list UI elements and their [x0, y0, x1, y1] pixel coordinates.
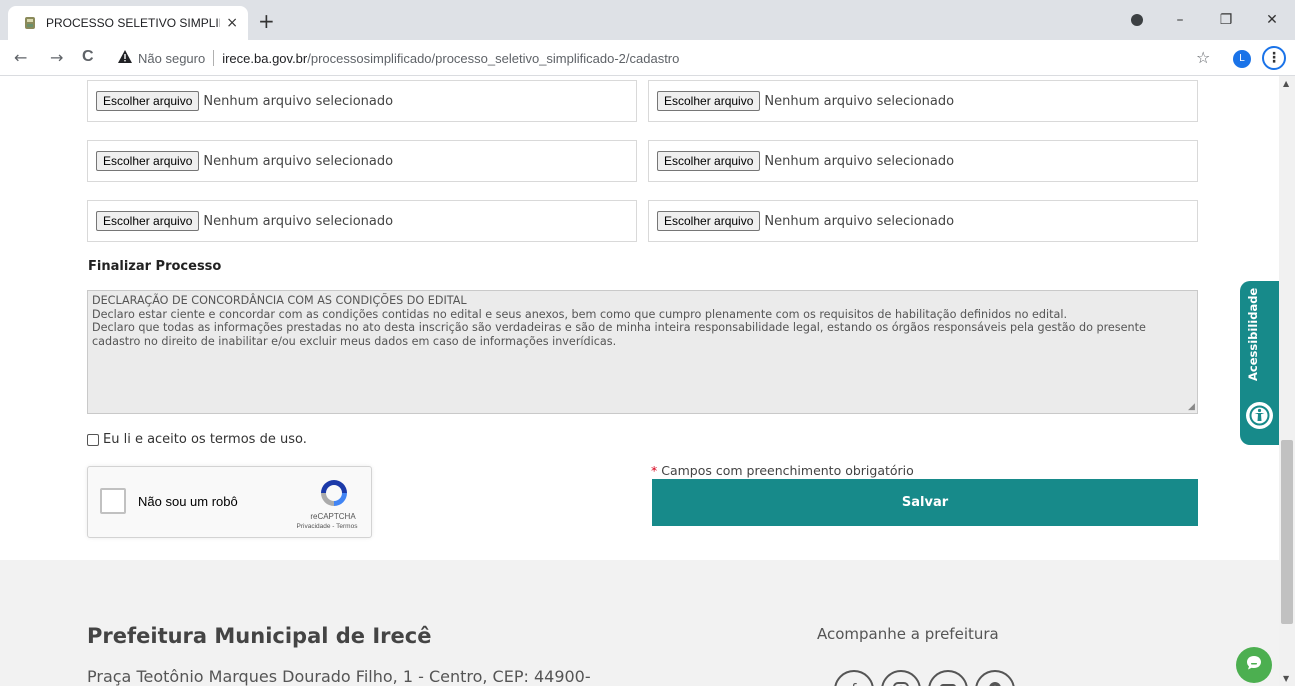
accessibility-icon: [1246, 402, 1273, 429]
required-fields-note: * Campos com preenchimento obrigatório: [651, 463, 914, 478]
scrollbar-thumb[interactable]: [1281, 440, 1293, 624]
accept-terms-label[interactable]: Eu li e aceito os termos de uso.: [103, 432, 307, 447]
terms-textarea[interactable]: DECLARAÇÃO DE CONCORDÂNCIA COM AS CONDIÇ…: [87, 290, 1198, 414]
site-favicon-icon: [22, 15, 38, 31]
restore-button[interactable]: ❐: [1203, 12, 1249, 28]
choose-file-button[interactable]: Escolher arquivo: [96, 211, 200, 231]
scroll-down-icon[interactable]: ▼: [1283, 674, 1289, 683]
address-separator: [213, 50, 215, 66]
warning-icon[interactable]: [118, 49, 132, 67]
tab-close-icon[interactable]: ×: [226, 15, 238, 31]
accept-terms-checkbox[interactable]: [87, 433, 99, 446]
chat-bubble-icon: [1245, 654, 1263, 676]
accept-terms-row[interactable]: Eu li e aceito os termos de uso.: [87, 432, 307, 447]
browser-tab[interactable]: PROCESSO SELETIVO SIMPLIFICA ×: [8, 6, 248, 40]
choose-file-button[interactable]: Escolher arquivo: [657, 91, 761, 111]
file-status: Nenhum arquivo selecionado: [203, 153, 394, 169]
file-input-6: Escolher arquivo Nenhum arquivo selecion…: [648, 200, 1198, 242]
file-status: Nenhum arquivo selecionado: [203, 213, 394, 229]
file-status: Nenhum arquivo selecionado: [764, 213, 955, 229]
security-status[interactable]: Não seguro: [138, 51, 205, 66]
footer-org-name: Prefeitura Municipal de Irecê: [87, 624, 432, 648]
url-path: /processosimplificado/processo_seletivo_…: [307, 50, 680, 66]
minimize-button[interactable]: –: [1157, 12, 1203, 28]
file-input-4: Escolher arquivo Nenhum arquivo selecion…: [648, 140, 1198, 182]
save-button[interactable]: Salvar: [652, 479, 1198, 526]
browser-toolbar: ← → C Não seguro irece.ba.gov.br/process…: [0, 40, 1295, 76]
file-status: Nenhum arquivo selecionado: [203, 93, 394, 109]
terms-line: Declaro que todas as informações prestad…: [92, 321, 1146, 348]
location-icon[interactable]: [975, 670, 1015, 686]
accessibility-tab[interactable]: Acessibilidade: [1240, 281, 1279, 445]
terms-line: Declaro estar ciente e concordar com as …: [92, 307, 1068, 321]
choose-file-button[interactable]: Escolher arquivo: [96, 91, 200, 111]
scroll-up-icon[interactable]: ▲: [1283, 79, 1289, 88]
resize-grip-icon[interactable]: ◢: [1188, 402, 1195, 412]
terms-line: DECLARAÇÃO DE CONCORDÂNCIA COM AS CONDIÇ…: [92, 294, 467, 307]
footer-follow-label: Acompanhe a prefeitura: [817, 625, 999, 643]
file-input-2: Escolher arquivo Nenhum arquivo selecion…: [648, 80, 1198, 122]
recaptcha-brand: reCAPTCHA: [310, 512, 356, 521]
file-input-3: Escolher arquivo Nenhum arquivo selecion…: [87, 140, 637, 182]
profile-menu-icon[interactable]: [1131, 14, 1143, 26]
recaptcha-logo-icon: [318, 477, 350, 509]
choose-file-button[interactable]: Escolher arquivo: [657, 211, 761, 231]
address-bar[interactable]: Não seguro irece.ba.gov.br/processosimpl…: [108, 44, 1210, 72]
profile-avatar[interactable]: L: [1233, 50, 1251, 68]
site-footer: Prefeitura Municipal de Irecê Praça Teot…: [0, 560, 1279, 686]
reload-button[interactable]: C: [82, 48, 94, 66]
page-viewport: Escolher arquivo Nenhum arquivo selecion…: [0, 76, 1279, 686]
finalize-section-title: Finalizar Processo: [88, 259, 222, 274]
file-status: Nenhum arquivo selecionado: [764, 153, 955, 169]
chat-button[interactable]: [1236, 647, 1272, 683]
choose-file-button[interactable]: Escolher arquivo: [657, 151, 761, 171]
page-scrollbar[interactable]: ▲ ▼: [1279, 76, 1295, 686]
browser-menu-button[interactable]: ⋮: [1262, 46, 1286, 70]
instagram-icon[interactable]: [881, 670, 921, 686]
file-input-5: Escolher arquivo Nenhum arquivo selecion…: [87, 200, 637, 242]
recaptcha-label: Não sou um robô: [138, 494, 238, 509]
footer-address: Praça Teotônio Marques Dourado Filho, 1 …: [87, 667, 591, 686]
file-status: Nenhum arquivo selecionado: [764, 93, 955, 109]
url-host: irece.ba.gov.br: [222, 50, 308, 66]
recaptcha-widget: Não sou um robô reCAPTCHA Privacidade - …: [87, 466, 372, 538]
recaptcha-links[interactable]: Privacidade - Termos: [284, 523, 370, 530]
facebook-icon[interactable]: f: [834, 670, 874, 686]
new-tab-button[interactable]: +: [258, 11, 275, 31]
choose-file-button[interactable]: Escolher arquivo: [96, 151, 200, 171]
youtube-icon[interactable]: [928, 670, 968, 686]
forward-button[interactable]: →: [50, 48, 63, 67]
back-button[interactable]: ←: [14, 48, 27, 67]
bookmark-star-icon[interactable]: ☆: [1196, 48, 1210, 67]
recaptcha-checkbox[interactable]: [100, 488, 126, 514]
tab-title: PROCESSO SELETIVO SIMPLIFICA: [46, 16, 220, 30]
social-links: f: [834, 670, 1022, 686]
url-text[interactable]: irece.ba.gov.br/processosimplificado/pro…: [222, 51, 679, 66]
close-window-button[interactable]: ✕: [1249, 12, 1295, 28]
required-note-text: Campos com preenchimento obrigatório: [657, 463, 914, 478]
file-input-1: Escolher arquivo Nenhum arquivo selecion…: [87, 80, 637, 122]
window-controls: – ❐ ✕: [1117, 0, 1295, 40]
accessibility-label: Acessibilidade: [1246, 287, 1260, 381]
browser-tab-strip: PROCESSO SELETIVO SIMPLIFICA × + – ❐ ✕: [0, 0, 1295, 40]
